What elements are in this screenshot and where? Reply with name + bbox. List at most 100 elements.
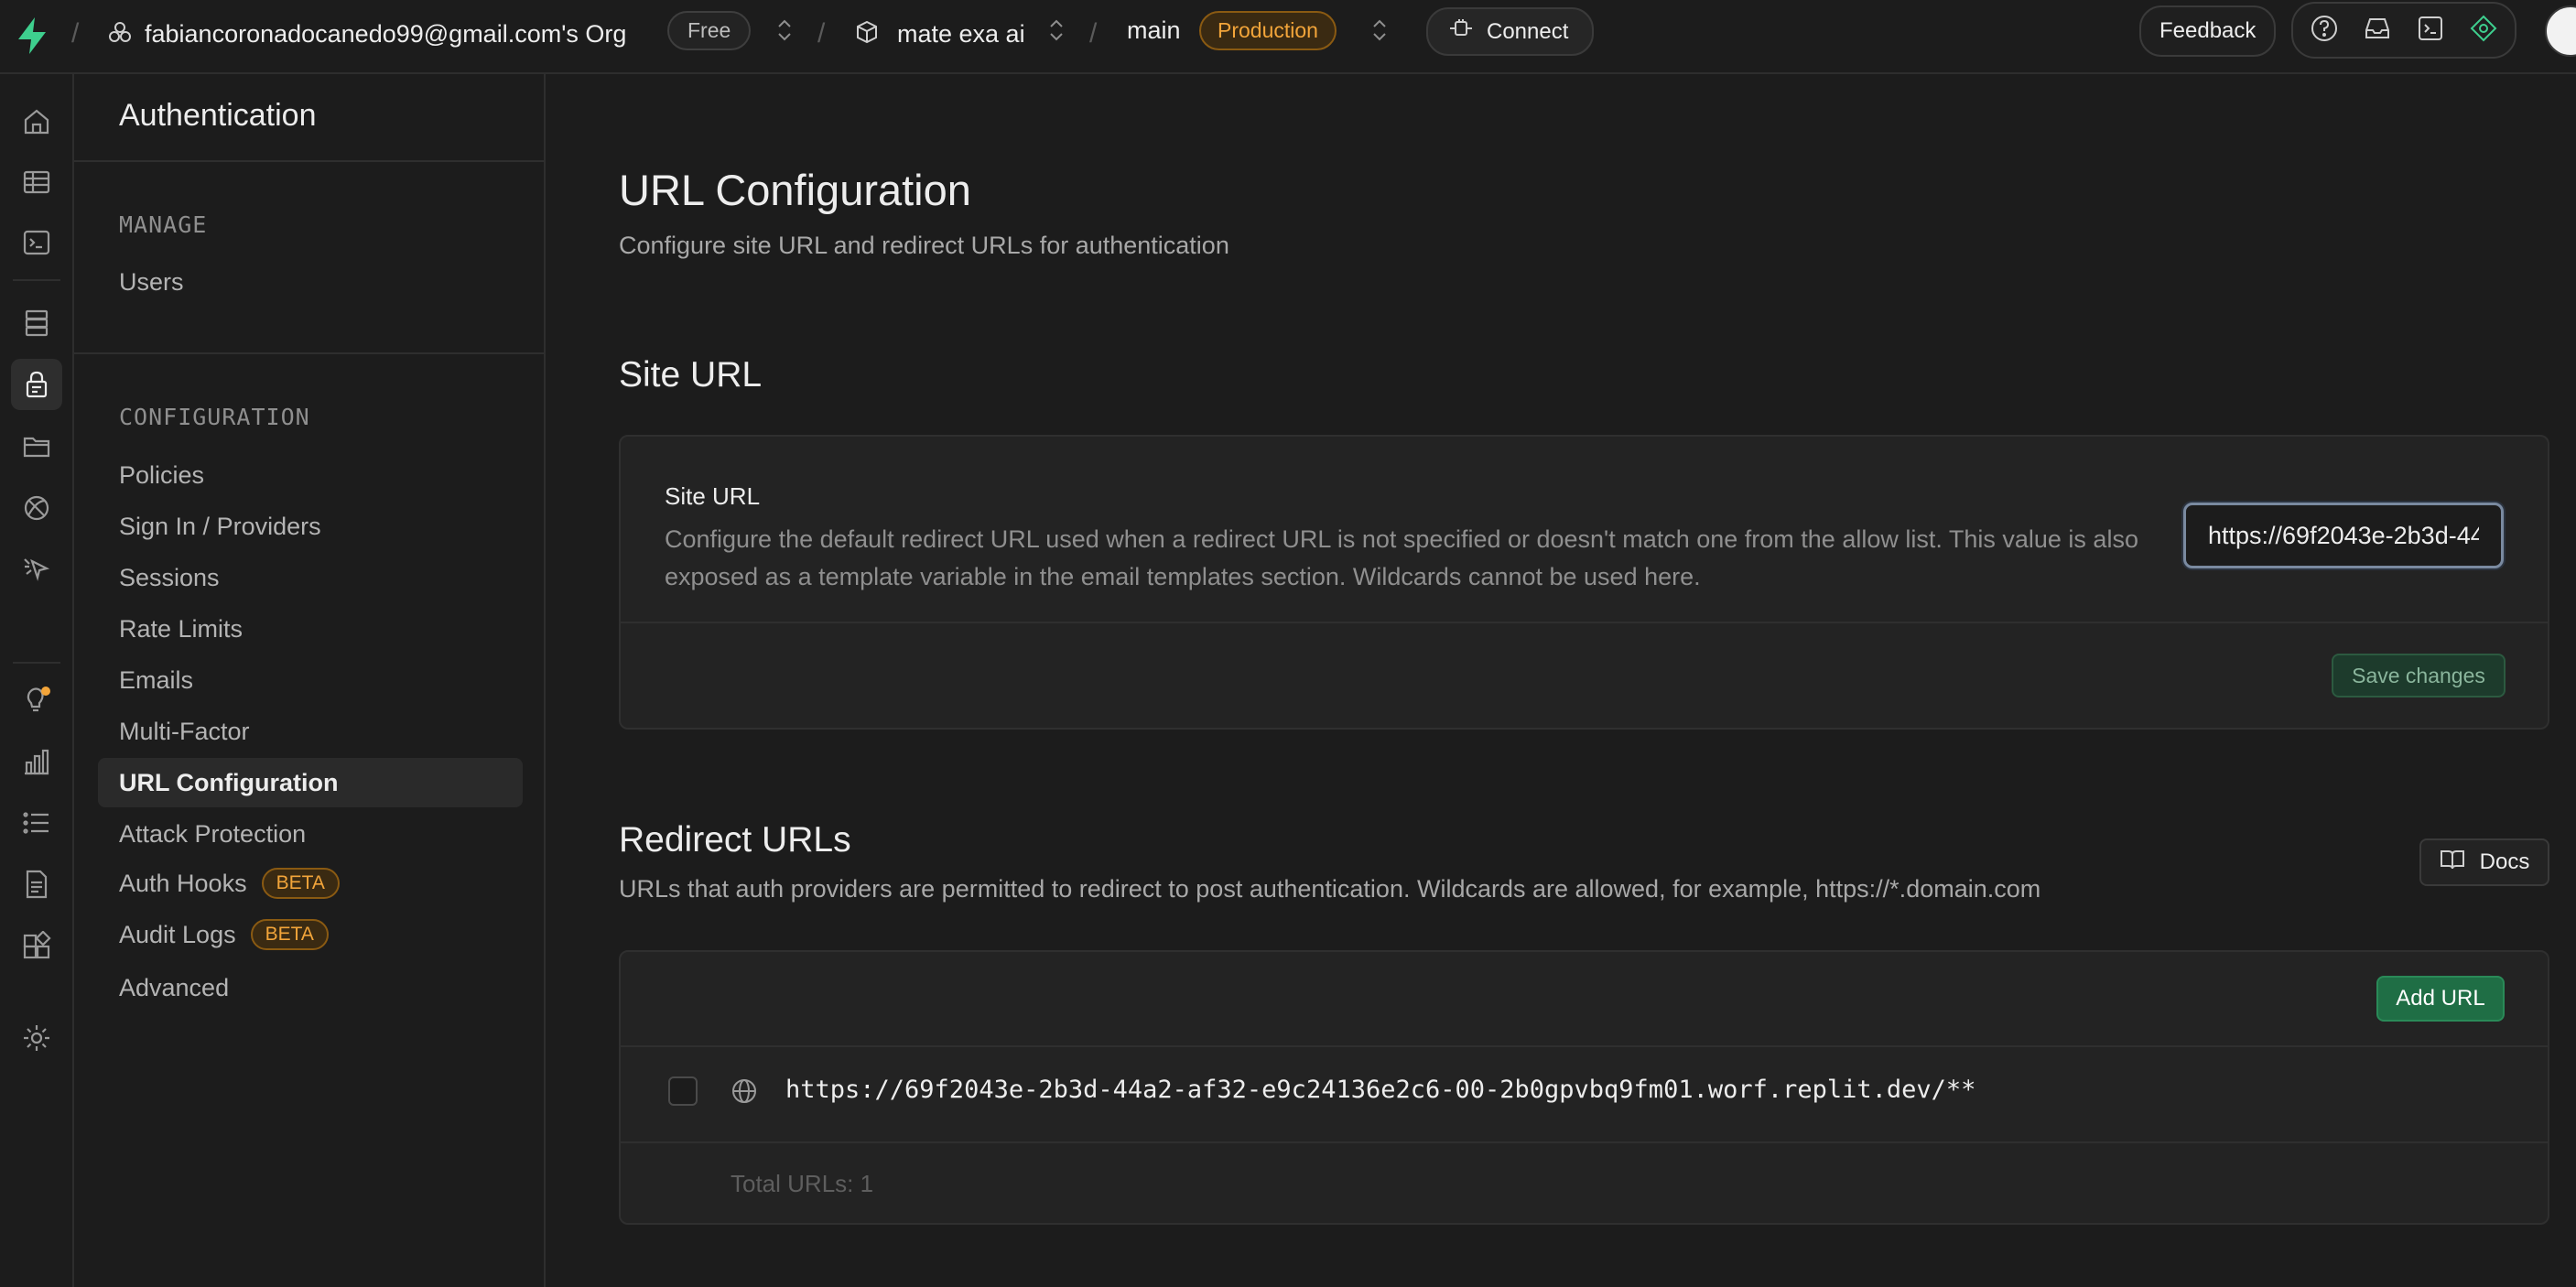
page-title: URL Configuration xyxy=(619,166,971,214)
feedback-button[interactable]: Feedback xyxy=(2139,5,2277,57)
sidebar-item-emails[interactable]: Emails xyxy=(119,666,193,695)
sidebar-item-label: Sessions xyxy=(119,564,220,591)
environment-badge: Production xyxy=(1199,11,1337,50)
branch-switcher[interactable]: main xyxy=(1127,16,1181,45)
sidebar-item-label: Multi-Factor xyxy=(119,718,250,745)
site-url-card: Site URL Configure the default redirect … xyxy=(619,435,2549,730)
terminal-icon[interactable] xyxy=(2416,14,2445,48)
api-docs-icon[interactable] xyxy=(11,859,62,910)
branch-name: main xyxy=(1127,16,1181,44)
section-heading-configuration: CONFIGURATION xyxy=(119,404,310,430)
sidebar-item-label: Users xyxy=(119,268,184,296)
sidebar-item-label: Policies xyxy=(119,461,205,489)
plug-icon xyxy=(1448,18,1474,45)
integrations-icon[interactable] xyxy=(11,921,62,972)
auth-sidebar: Authentication MANAGE Users CONFIGURATIO… xyxy=(74,74,546,1287)
total-urls-count: Total URLs: 1 xyxy=(731,1170,874,1197)
sidebar-item-policies[interactable]: Policies xyxy=(119,461,204,490)
plan-label: Free xyxy=(667,11,752,50)
globe-icon xyxy=(731,1077,758,1109)
sidebar-item-sessions[interactable]: Sessions xyxy=(119,564,220,592)
edge-functions-icon[interactable] xyxy=(11,544,62,595)
supabase-logo[interactable] xyxy=(15,16,49,56)
settings-icon[interactable] xyxy=(11,1012,62,1064)
inbox-icon[interactable] xyxy=(2363,14,2392,48)
sidebar-item-label: Rate Limits xyxy=(119,615,244,643)
sidebar-item-label: Sign In / Providers xyxy=(119,513,321,540)
beta-badge: BETA xyxy=(250,919,329,950)
sidebar-item-users[interactable]: Users xyxy=(119,268,184,297)
save-changes-button[interactable]: Save changes xyxy=(2332,654,2506,698)
advisors-icon[interactable] xyxy=(11,675,62,726)
icon-rail xyxy=(0,74,74,1287)
section-heading-manage: MANAGE xyxy=(119,211,208,238)
sidebar-item-label: Advanced xyxy=(119,974,230,1001)
page-subtitle: Configure site URL and redirect URLs for… xyxy=(619,232,1229,259)
docs-button[interactable]: Docs xyxy=(2419,838,2549,886)
sidebar-item-label: Emails xyxy=(119,666,194,694)
sidebar-item-advanced[interactable]: Advanced xyxy=(119,974,229,1002)
sidebar-divider xyxy=(74,160,544,162)
authentication-icon[interactable] xyxy=(11,359,62,410)
book-icon xyxy=(2440,849,2465,877)
beta-badge: BETA xyxy=(261,868,340,899)
storage-icon[interactable] xyxy=(11,420,62,471)
site-url-description: Configure the default redirect URL used … xyxy=(665,525,2138,590)
user-avatar[interactable] xyxy=(2545,5,2576,57)
help-icon[interactable] xyxy=(2310,14,2339,48)
redirect-urls-description: URLs that auth providers are permitted t… xyxy=(619,875,2041,903)
sidebar-item-label: Attack Protection xyxy=(119,820,307,848)
card-divider xyxy=(621,622,2548,623)
project-name: mate exa ai xyxy=(897,20,1025,48)
docs-label: Docs xyxy=(2479,849,2530,874)
sidebar-item-sign-in-providers[interactable]: Sign In / Providers xyxy=(119,513,321,541)
sidebar-item-label: Audit Logs xyxy=(119,920,236,948)
sidebar-item-audit-logs[interactable]: Audit Logs BETA xyxy=(119,919,329,950)
environment-label: Production xyxy=(1199,11,1337,50)
sidebar-item-label: URL Configuration xyxy=(119,768,339,796)
sidebar-title: Authentication xyxy=(119,98,317,133)
realtime-icon[interactable] xyxy=(11,482,62,534)
sidebar-item-rate-limits[interactable]: Rate Limits xyxy=(119,615,243,644)
assistant-icon[interactable] xyxy=(2469,14,2498,48)
connect-button[interactable]: Connect xyxy=(1426,7,1595,56)
breadcrumb-separator: / xyxy=(1089,18,1098,49)
project-switcher[interactable]: mate exa ai xyxy=(855,20,1025,49)
branch-chevron-icon[interactable] xyxy=(1369,16,1390,44)
breadcrumb-separator: / xyxy=(817,18,826,49)
row-checkbox[interactable] xyxy=(668,1076,698,1106)
site-url-section-title: Site URL xyxy=(619,355,763,395)
rail-divider xyxy=(13,279,60,281)
card-divider xyxy=(621,1141,2548,1143)
redirect-urls-card: Add URL https://69f2043e-2b3d-44a2-af32-… xyxy=(619,950,2549,1225)
sidebar-item-attack-protection[interactable]: Attack Protection xyxy=(119,820,306,849)
feedback-label: Feedback xyxy=(2139,5,2277,57)
redirect-urls-section-title: Redirect URLs xyxy=(619,820,851,860)
toolbar-icon-group xyxy=(2291,2,2516,59)
reports-icon[interactable] xyxy=(11,736,62,787)
sidebar-item-multi-factor[interactable]: Multi-Factor xyxy=(119,718,250,746)
org-switcher[interactable]: fabiancoronadocanedo99@gmail.com's Org xyxy=(108,20,626,49)
card-divider xyxy=(621,1045,2548,1047)
site-url-input[interactable] xyxy=(2183,503,2504,568)
sidebar-item-auth-hooks[interactable]: Auth Hooks BETA xyxy=(119,868,340,899)
project-chevron-icon[interactable] xyxy=(1046,16,1066,44)
rail-divider xyxy=(13,662,60,664)
home-icon[interactable] xyxy=(11,96,62,147)
top-bar: / fabiancoronadocanedo99@gmail.com's Org… xyxy=(0,0,2576,74)
redirect-url-value: https://69f2043e-2b3d-44a2-af32-e9c24136… xyxy=(785,1076,1976,1104)
logs-icon[interactable] xyxy=(11,797,62,849)
connect-label: Connect xyxy=(1487,18,1569,44)
org-chevron-icon[interactable] xyxy=(774,16,795,44)
site-url-label: Site URL xyxy=(665,482,761,510)
org-name: fabiancoronadocanedo99@gmail.com's Org xyxy=(145,20,627,48)
plan-badge[interactable]: Free xyxy=(667,11,752,50)
sql-editor-icon[interactable] xyxy=(11,217,62,268)
database-icon[interactable] xyxy=(11,297,62,349)
add-url-button[interactable]: Add URL xyxy=(2376,976,2505,1022)
sidebar-divider xyxy=(74,352,544,354)
sidebar-item-url-configuration[interactable]: URL Configuration xyxy=(98,758,523,807)
box-icon xyxy=(855,20,879,49)
table-editor-icon[interactable] xyxy=(11,157,62,208)
breadcrumb-separator: / xyxy=(71,18,80,49)
